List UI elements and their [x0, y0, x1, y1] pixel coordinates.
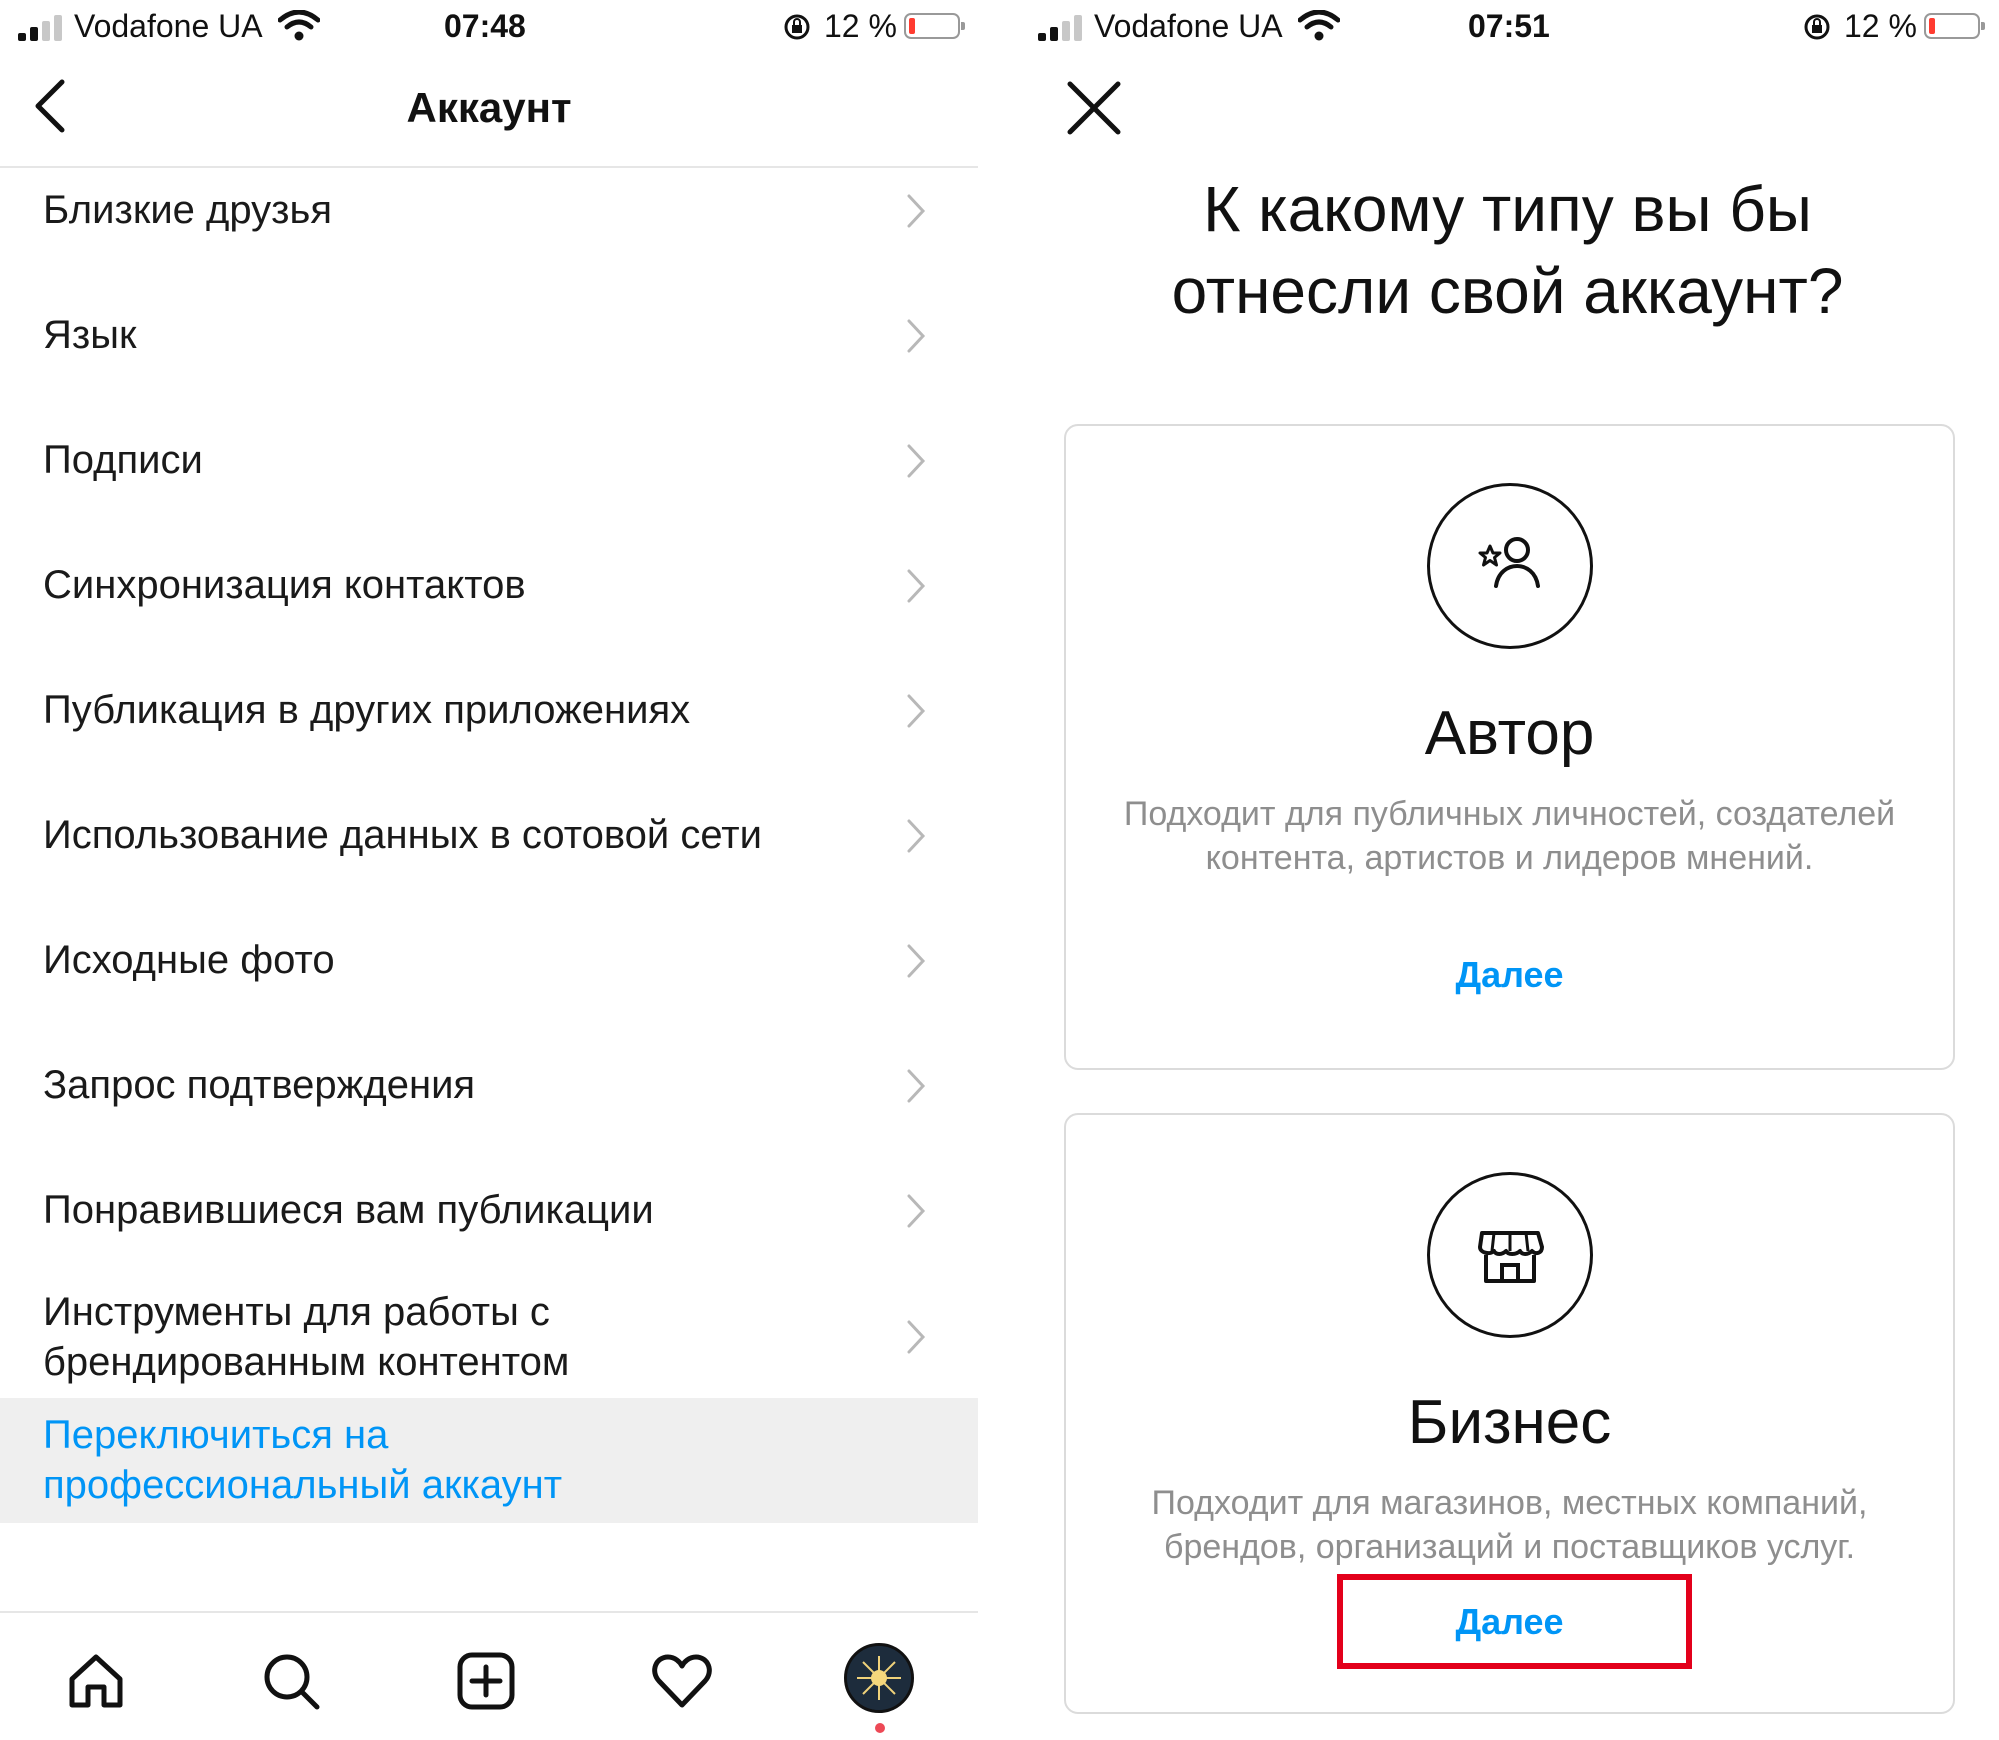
rotation-lock-icon: [784, 14, 810, 40]
creator-description: Подходит для публичных личностей, создат…: [1123, 795, 1896, 877]
menu-item-request-verification[interactable]: Запрос подтверждения: [0, 1060, 978, 1110]
status-bar: Vodafone UA 07:48 12 %: [0, 0, 978, 56]
menu-item-posts-you-liked[interactable]: Понравившиеся вам публикации: [0, 1185, 978, 1235]
home-icon[interactable]: [64, 1649, 128, 1713]
menu-item-branded-content-tools[interactable]: Инструменты для работы с брендированным …: [0, 1287, 978, 1387]
menu-item-label: Инструменты для работы с брендированным …: [43, 1290, 570, 1384]
menu-item-cellular-data-use[interactable]: Использование данных в сотовой сети: [0, 810, 978, 860]
signal-icon: [18, 15, 64, 41]
menu-item-label: Синхронизация контактов: [43, 563, 526, 607]
business-description: Подходит для магазинов, местных компаний…: [1151, 1484, 1868, 1566]
menu-item-label: Близкие друзья: [43, 188, 333, 232]
chevron-right-icon: [907, 194, 926, 228]
status-bar: Vodafone UA 07:51 12 %: [1016, 0, 1999, 56]
clock: 07:48: [444, 8, 526, 44]
chevron-right-icon: [907, 694, 926, 728]
highlight-box: [1337, 1574, 1692, 1669]
chevron-right-icon: [907, 1194, 926, 1228]
chevron-right-icon: [907, 944, 926, 978]
notification-dot: [875, 1723, 885, 1733]
wifi-icon: [1298, 10, 1340, 41]
activity-heart-icon[interactable]: [650, 1649, 714, 1713]
menu-item-sharing-to-other-apps[interactable]: Публикация в других приложениях: [0, 685, 978, 735]
switch-to-professional-label: Переключиться на профессиональный аккаун…: [43, 1413, 563, 1507]
battery-icon: [1924, 13, 1985, 39]
carrier-name: Vodafone UA: [74, 8, 263, 44]
menu-item-label: Запрос подтверждения: [43, 1063, 476, 1107]
switch-to-professional-link[interactable]: Переключиться на профессиональный аккаун…: [0, 1398, 978, 1523]
menu-item-contacts-sync[interactable]: Синхронизация контактов: [0, 560, 978, 610]
menu-item-label: Понравившиеся вам публикации: [43, 1188, 654, 1232]
search-icon[interactable]: [259, 1649, 323, 1713]
chevron-right-icon: [907, 1069, 926, 1103]
creator-icon-circle: [1427, 483, 1593, 649]
menu-item-label: Публикация в других приложениях: [43, 688, 691, 732]
business-title: Бизнес: [1407, 1388, 1612, 1457]
carrier-name: Vodafone UA: [1094, 8, 1283, 44]
chevron-right-icon: [907, 319, 926, 353]
creator-title: Автор: [1424, 699, 1595, 768]
account-settings-screen: Vodafone UA 07:48 12 % Аккаунт Близкие д…: [0, 0, 978, 1740]
chevron-right-icon: [907, 444, 926, 478]
menu-item-label: Язык: [43, 313, 137, 357]
wifi-icon: [278, 10, 320, 41]
creator-icon: [1478, 537, 1540, 588]
menu-item-original-photos[interactable]: Исходные фото: [0, 935, 978, 985]
profile-avatar[interactable]: [844, 1643, 914, 1713]
battery-percent: 12 %: [824, 8, 897, 44]
menu-item-label: Подписи: [43, 438, 203, 482]
menu-item-close-friends[interactable]: Близкие друзья: [0, 185, 978, 235]
page-title: Аккаунт: [406, 84, 572, 131]
new-post-icon[interactable]: [454, 1649, 518, 1713]
creator-card[interactable]: Автор Подходит для публичных личностей, …: [1064, 424, 1955, 1070]
menu-item-label: Исходные фото: [43, 938, 335, 982]
chevron-right-icon: [907, 569, 926, 603]
business-card[interactable]: Бизнес Подходит для магазинов, местных к…: [1064, 1113, 1955, 1714]
bottom-tab-bar: [0, 1611, 978, 1740]
creator-next-button[interactable]: Далее: [1066, 954, 1953, 996]
menu-item-label: Использование данных в сотовой сети: [43, 813, 762, 857]
rotation-lock-icon: [1804, 14, 1830, 40]
account-type-screen: Vodafone UA 07:51 12 % К какому типу вы …: [1016, 0, 1999, 1740]
battery-percent: 12 %: [1844, 8, 1917, 44]
account-type-question: К какому типу вы бы отнесли свой аккаунт…: [1171, 173, 1844, 327]
avatar-image: [847, 1646, 911, 1710]
signal-icon: [1038, 15, 1084, 41]
clock: 07:51: [1468, 8, 1550, 44]
business-icon-circle: [1427, 1172, 1593, 1338]
shop-icon: [1478, 1231, 1544, 1283]
chevron-right-icon: [907, 819, 926, 853]
close-icon[interactable]: [1066, 80, 1122, 136]
chevron-right-icon: [907, 1320, 926, 1354]
menu-item-captions[interactable]: Подписи: [0, 435, 978, 485]
battery-icon: [904, 13, 965, 39]
menu-item-language[interactable]: Язык: [0, 310, 978, 360]
header-divider: [0, 166, 978, 168]
